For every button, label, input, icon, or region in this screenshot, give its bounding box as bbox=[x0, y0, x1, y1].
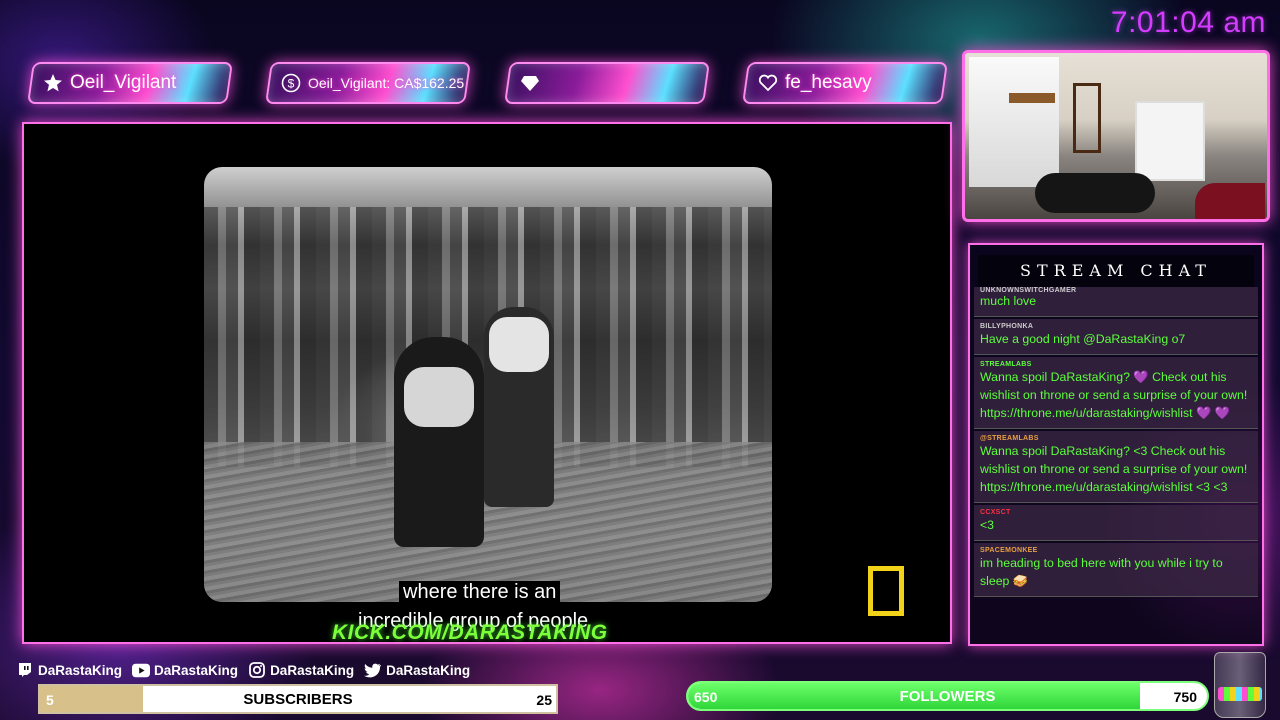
social-label: DaRastaKing bbox=[270, 662, 355, 678]
twitter-icon bbox=[364, 662, 382, 678]
chat-text: Have a good night @DaRastaKing o7 bbox=[980, 332, 1186, 346]
webcam-frame bbox=[962, 50, 1270, 222]
youtube-icon bbox=[132, 662, 151, 678]
chat-message: CCXSCT <3 bbox=[974, 505, 1258, 541]
follower-goal-bar: 650 FOLLOWERS 750 bbox=[686, 681, 1209, 711]
chat-title: STREAM CHAT bbox=[978, 255, 1254, 287]
chat-message: UNKNOWNSWITCHGAMER much love bbox=[974, 287, 1258, 317]
channel-logo-icon bbox=[868, 566, 904, 616]
chat-username: SPACEMONKEE bbox=[980, 547, 1038, 554]
chat-messages[interactable]: UNKNOWNSWITCHGAMER much love BILLYPHONKA… bbox=[974, 287, 1258, 642]
chat-username: CCXSCT bbox=[980, 509, 1011, 516]
alert-label: Oeil_Vigilant: CA$162.25 bbox=[308, 75, 465, 91]
social-links: DaRastaKing DaRastaKing DaRastaKing DaRa… bbox=[16, 662, 470, 678]
follower-goal: 750 bbox=[1173, 689, 1197, 705]
dollar-icon: $ bbox=[280, 72, 302, 94]
kick-watermark: KICK.COM/DARASTAKING bbox=[332, 621, 608, 644]
chat-username: STREAMLABS bbox=[980, 361, 1032, 368]
chat-text: im heading to bed here with you while i … bbox=[980, 556, 1223, 588]
video-content bbox=[204, 167, 772, 602]
alert-latest-host: fe_hesavy bbox=[742, 62, 948, 104]
alert-latest-follower: Oeil_Vigilant bbox=[27, 62, 233, 104]
chat-message: STREAMLABS Wanna spoil DaRastaKing? 💜 Ch… bbox=[974, 357, 1258, 429]
webcam-window bbox=[969, 57, 1059, 187]
chat-text: much love bbox=[980, 294, 1037, 308]
subscriber-label: SUBSCRIBERS bbox=[243, 691, 353, 708]
instagram-icon bbox=[248, 662, 266, 678]
social-twitter: DaRastaKing bbox=[364, 662, 470, 678]
chat-username: BILLYPHONKA bbox=[980, 323, 1034, 330]
webcam-shelf bbox=[1135, 101, 1205, 181]
diamond-icon bbox=[519, 72, 541, 94]
social-youtube: DaRastaKing bbox=[132, 662, 238, 678]
chat-username: @STREAMLABS bbox=[980, 435, 1039, 442]
webcam-chair bbox=[1073, 83, 1101, 153]
alert-label: fe_hesavy bbox=[785, 72, 872, 93]
tip-jar-contents bbox=[1218, 687, 1262, 701]
fighter-shirt bbox=[489, 317, 549, 372]
main-video-frame: where there is an incredible group of pe… bbox=[22, 122, 952, 644]
subscriber-goal: 25 bbox=[536, 692, 552, 708]
social-label: DaRastaKing bbox=[38, 662, 123, 678]
chat-text: <3 bbox=[980, 518, 995, 532]
star-icon bbox=[42, 72, 64, 94]
subtitle-line: where there is an bbox=[399, 581, 561, 604]
chat-message: SPACEMONKEE im heading to bed here with … bbox=[974, 543, 1258, 597]
social-label: DaRastaKing bbox=[386, 662, 471, 678]
webcam-table bbox=[1009, 93, 1055, 103]
chat-text: Wanna spoil DaRastaKing? <3 Check out hi… bbox=[980, 444, 1248, 494]
chat-message: @STREAMLABS Wanna spoil DaRastaKing? <3 … bbox=[974, 431, 1258, 503]
alert-latest-donation: $ Oeil_Vigilant: CA$162.25 bbox=[265, 62, 471, 104]
chat-message: BILLYPHONKA Have a good night @DaRastaKi… bbox=[974, 319, 1258, 355]
webcam-chair-red bbox=[1195, 183, 1265, 219]
social-instagram: DaRastaKing bbox=[248, 662, 354, 678]
social-label: DaRastaKing bbox=[154, 662, 239, 678]
clock: 7:01:04 am bbox=[1110, 6, 1266, 39]
webcam-person bbox=[1035, 173, 1155, 213]
subscriber-goal-bar: 5 SUBSCRIBERS 25 bbox=[38, 684, 558, 714]
chat-text: Wanna spoil DaRastaKing? 💜 Check out his… bbox=[980, 370, 1248, 420]
fighter-shirt bbox=[404, 367, 474, 427]
social-twitch: DaRastaKing bbox=[16, 662, 122, 678]
svg-text:$: $ bbox=[288, 77, 295, 91]
twitch-icon bbox=[16, 662, 34, 678]
alert-latest-subscriber bbox=[504, 62, 710, 104]
alert-label: Oeil_Vigilant bbox=[70, 72, 177, 93]
tip-jar-icon bbox=[1214, 652, 1266, 718]
follower-label: FOLLOWERS bbox=[899, 688, 996, 705]
heart-icon bbox=[757, 72, 779, 94]
stream-chat-panel: STREAM CHAT UNKNOWNSWITCHGAMER much love… bbox=[968, 243, 1264, 646]
